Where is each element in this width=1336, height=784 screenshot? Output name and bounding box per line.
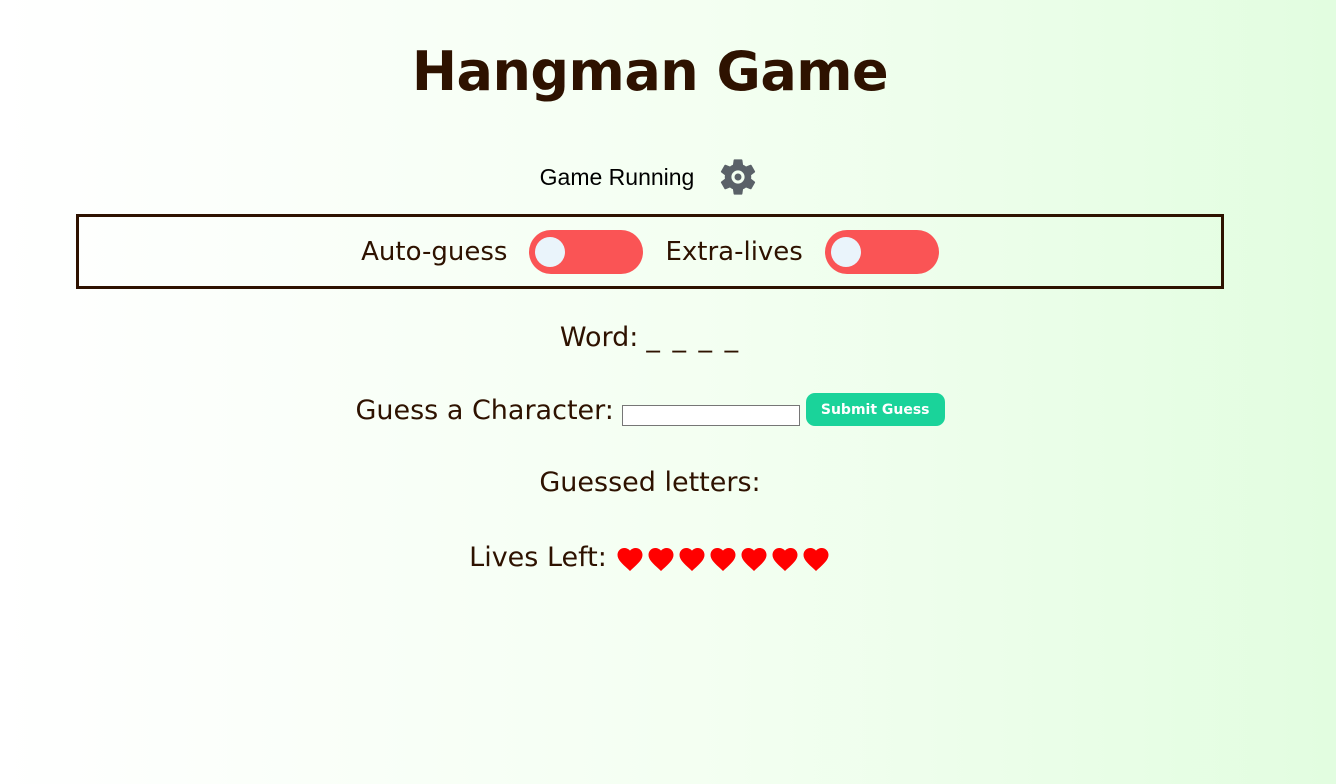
guessed-letters-row: Guessed letters: (0, 467, 1300, 498)
heart-icon (710, 547, 736, 571)
word-display: _ _ _ _ (646, 322, 741, 353)
auto-guess-label: Auto-guess (361, 236, 508, 267)
extra-lives-label: Extra-lives (665, 236, 803, 267)
page-title: Hangman Game (411, 40, 889, 103)
gear-icon[interactable] (716, 155, 760, 199)
toggle-knob (535, 236, 566, 267)
toggle-knob (830, 236, 861, 267)
heart-icon (741, 547, 767, 571)
word-label: Word: (559, 322, 639, 353)
game-status-text: Game Running (539, 163, 695, 190)
status-row: Game Running (0, 155, 1300, 199)
guess-label: Guess a Character: (355, 395, 614, 426)
guess-row: Guess a Character: Submit Guess (0, 393, 1300, 426)
heart-icon (803, 547, 829, 571)
guessed-letters-label: Guessed letters: (539, 467, 761, 498)
heart-icon (679, 547, 705, 571)
guess-input[interactable] (621, 405, 800, 426)
auto-guess-toggle[interactable] (529, 229, 644, 274)
heart-icon (617, 547, 643, 571)
lives-hearts (615, 544, 831, 572)
heart-icon (772, 547, 798, 571)
extra-lives-toggle[interactable] (824, 229, 939, 274)
word-row: Word: _ _ _ _ (0, 322, 1300, 353)
lives-label: Lives Left: (469, 542, 607, 573)
lives-row: Lives Left: (0, 542, 1300, 573)
heart-icon (648, 547, 674, 571)
settings-panel: Auto-guess Extra-lives (76, 214, 1224, 289)
submit-guess-button[interactable]: Submit Guess (805, 393, 945, 426)
